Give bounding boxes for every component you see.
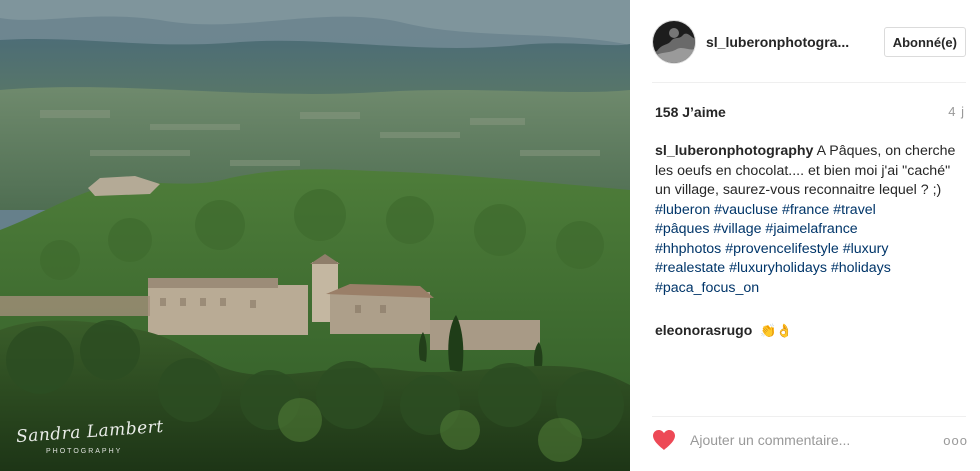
comment-bar: ooo [652,425,968,455]
hashtag-line[interactable]: #paca_focus_on [655,279,961,299]
footer-divider [652,416,966,417]
more-options-icon[interactable]: ooo [943,433,968,448]
hashtag-line[interactable]: #pâques #village #jaimelafrance [655,220,961,240]
comment-text: 👏👌 [760,323,793,338]
likes-count[interactable]: 158 J’aime [655,104,726,120]
post-header: sl_luberonphotogra... Abonné(e) [652,16,966,68]
post-caption: sl_luberonphotography A Pâques, on cherc… [655,142,961,298]
hashtag-line[interactable]: #hhphotos #provencelifestyle #luxury [655,240,961,260]
post-photo[interactable]: Sandra Lambert PHOTOGRAPHY [0,0,630,471]
instagram-post: Sandra Lambert PHOTOGRAPHY sl_luberonpho… [0,0,980,471]
landscape-image [0,0,630,471]
hashtag-line[interactable]: #luberon #vaucluse #france #travel [655,201,961,221]
post-timestamp[interactable]: 4 j [948,104,965,119]
header-username[interactable]: sl_luberonphotogra... [706,34,856,50]
caption-username[interactable]: sl_luberonphotography [655,143,813,159]
watermark-caption: PHOTOGRAPHY [46,448,123,455]
likes-row: 158 J’aime 4 j [655,104,965,124]
hashtag-line[interactable]: #realestate #luxuryholidays #holidays [655,259,961,279]
avatar[interactable] [652,20,696,64]
photographer-watermark: Sandra Lambert PHOTOGRAPHY [15,417,164,462]
comment-item: eleonorasrugo 👏👌 [655,320,961,341]
heart-icon[interactable] [652,429,676,451]
comment-input[interactable] [690,432,920,448]
comment-username[interactable]: eleonorasrugo [655,322,752,338]
header-divider [652,82,966,83]
post-panel: sl_luberonphotogra... Abonné(e) 158 J’ai… [630,0,980,471]
follow-button[interactable]: Abonné(e) [883,27,966,57]
